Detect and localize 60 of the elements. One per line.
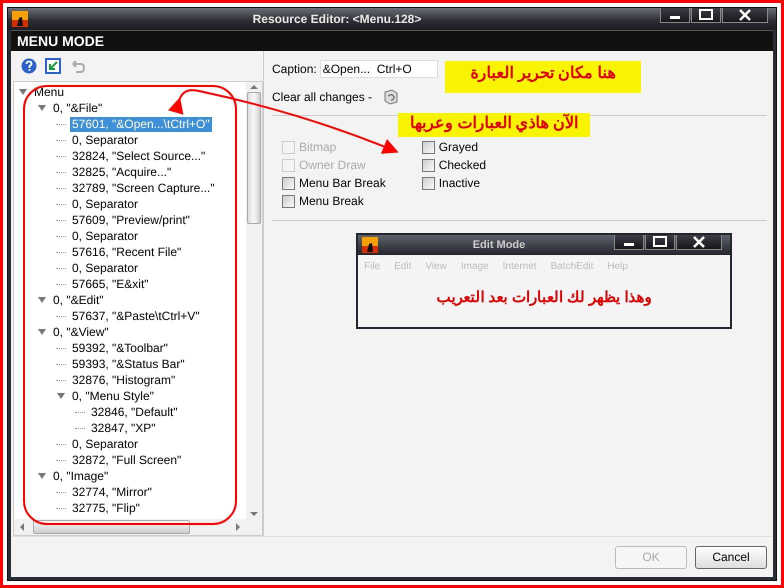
annotation-note: هنا مكان تحرير العبارة bbox=[445, 61, 641, 93]
close-button[interactable] bbox=[676, 235, 722, 250]
tree-item[interactable]: 32775, "Flip" bbox=[70, 500, 142, 516]
tree-item[interactable]: 0, "&File" bbox=[51, 100, 104, 116]
mode-title: MENU MODE bbox=[17, 33, 104, 49]
option-checkbox[interactable]: Grayed bbox=[422, 138, 486, 156]
minimize-button[interactable] bbox=[614, 235, 644, 250]
tree-item[interactable]: 32876, "Histogram" bbox=[70, 372, 178, 388]
expand-arrow-icon[interactable] bbox=[37, 327, 47, 337]
maximize-button[interactable] bbox=[645, 235, 675, 250]
tree-item[interactable]: 57637, "&Paste\tCtrl+V" bbox=[70, 308, 202, 324]
tree-item[interactable]: 0, Separator bbox=[70, 132, 140, 148]
option-checkbox[interactable]: Menu Break bbox=[282, 192, 386, 210]
vertical-scrollbar[interactable] bbox=[246, 82, 262, 519]
window-title: Resource Editor: <Menu.128> bbox=[252, 12, 422, 26]
tree-item[interactable]: 0, "&Edit" bbox=[51, 292, 106, 308]
tree-item[interactable]: 32847, "XP" bbox=[89, 420, 158, 436]
tree-item[interactable]: 57665, "E&xit" bbox=[70, 276, 151, 292]
minimize-button[interactable] bbox=[660, 8, 690, 23]
tree-item[interactable]: 0, Separator bbox=[70, 196, 140, 212]
dialog-button[interactable]: Cancel bbox=[695, 546, 767, 568]
expand-arrow-icon[interactable] bbox=[56, 391, 66, 401]
app-icon bbox=[12, 11, 28, 27]
tree-item[interactable]: 0, Separator bbox=[70, 228, 140, 244]
expand-arrow-icon[interactable] bbox=[37, 103, 47, 113]
tree-item[interactable]: 32789, "Screen Capture..." bbox=[70, 180, 217, 196]
clear-changes-label: Clear all changes - bbox=[272, 90, 372, 104]
maximize-button[interactable] bbox=[691, 8, 721, 23]
caption-label: Caption: bbox=[272, 62, 317, 76]
expand-arrow-icon[interactable] bbox=[37, 295, 47, 305]
tree-item[interactable]: 32824, "Select Source..." bbox=[70, 148, 208, 164]
horizontal-scrollbar[interactable] bbox=[14, 519, 246, 535]
option-checkbox[interactable]: Inactive bbox=[422, 174, 486, 192]
expand-arrow-icon[interactable] bbox=[37, 471, 47, 481]
help-icon[interactable] bbox=[21, 58, 37, 74]
caption-field[interactable]: &Open... Ctrl+O bbox=[320, 60, 438, 78]
tree-item[interactable]: 32825, "Acquire..." bbox=[70, 164, 174, 180]
tree-item[interactable]: 57616, "Recent File" bbox=[70, 244, 184, 260]
tree-item[interactable]: 0, "Image" bbox=[51, 468, 110, 484]
tree-item[interactable]: 0, "&View" bbox=[51, 324, 111, 340]
tree-item[interactable]: 59392, "&Toolbar" bbox=[70, 340, 170, 356]
annotation-note: الآن هاذي العبارات وعربها bbox=[398, 113, 590, 137]
app-icon bbox=[362, 237, 378, 253]
preview-note: وهذا يظهر لك العبارات بعد التعريب bbox=[436, 288, 652, 306]
tree-item[interactable]: 57609, "Preview/print" bbox=[70, 212, 192, 228]
tree-item[interactable]: 0, Separator bbox=[70, 260, 140, 276]
close-button[interactable] bbox=[722, 8, 768, 23]
tree-item[interactable]: 32774, "Mirror" bbox=[70, 484, 154, 500]
expand-arrow-icon[interactable] bbox=[18, 87, 28, 97]
tree-item[interactable]: 0, "Menu Style" bbox=[70, 388, 156, 404]
tree-item[interactable]: 32846, "Default" bbox=[89, 404, 180, 420]
preview-title: Edit Mode bbox=[472, 239, 526, 251]
tree-item[interactable]: 59393, "&Status Bar" bbox=[70, 356, 187, 372]
reset-icon[interactable] bbox=[382, 88, 400, 106]
scroll-right-icon[interactable] bbox=[233, 522, 243, 532]
tree-item[interactable]: Menu bbox=[32, 84, 66, 100]
tree-item[interactable]: 0, Separator bbox=[70, 436, 140, 452]
tree-item[interactable]: 32872, "Full Screen" bbox=[70, 452, 184, 468]
option-checkbox[interactable]: Checked bbox=[422, 156, 486, 174]
option-checkbox[interactable]: Menu Bar Break bbox=[282, 174, 386, 192]
